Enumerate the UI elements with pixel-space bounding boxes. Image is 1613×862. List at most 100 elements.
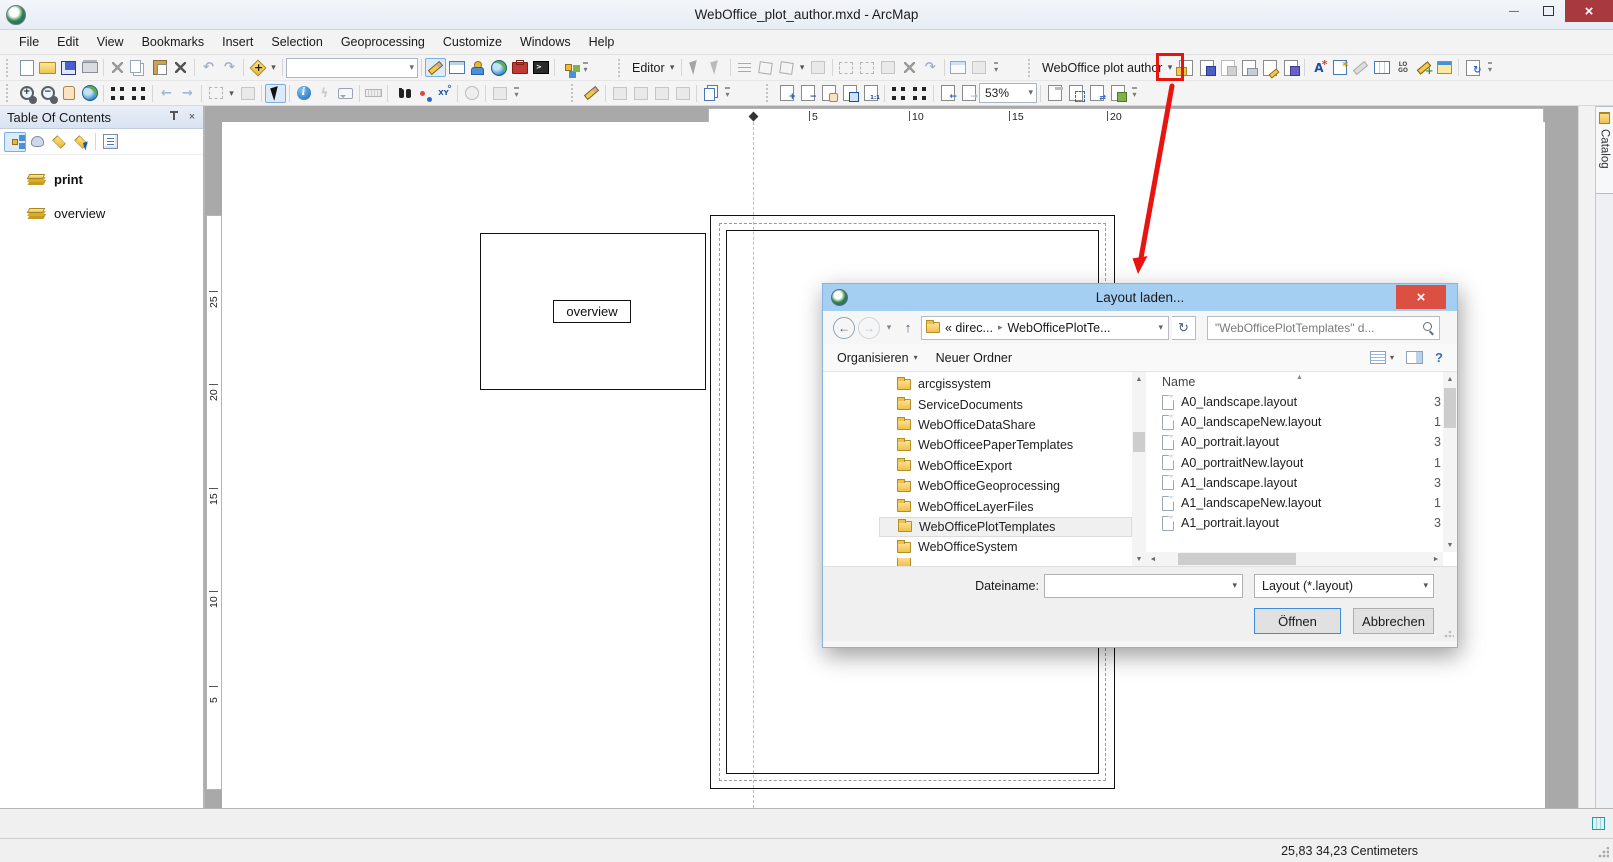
file-item[interactable]: A0_portraitNew.layout1 [1146,453,1457,473]
select-features-caret[interactable] [226,84,237,103]
create-viewer-window-icon[interactable] [489,84,510,103]
menu-edit[interactable]: Edit [48,32,88,52]
sketch-trace-icon[interactable] [651,84,672,103]
scroll-thumb[interactable] [1178,553,1296,565]
toc-close-icon[interactable]: × [185,110,199,124]
back-extent-icon[interactable] [156,84,177,103]
hyperlink-icon[interactable] [314,84,335,103]
search-box[interactable]: "WebOfficePlotTemplates" d... [1207,316,1440,340]
breadcrumb-current[interactable]: WebOfficePlotTe... [1007,321,1110,335]
find-route-icon[interactable] [412,84,433,103]
clear-selection-icon[interactable] [237,84,258,103]
table-of-contents-icon[interactable] [446,58,467,77]
scroll-down-icon[interactable]: ▼ [1447,538,1454,552]
folder-item[interactable]: WebOfficeSystem [879,537,1132,557]
layout-back-extent-icon[interactable] [937,84,958,103]
find-icon[interactable] [391,84,412,103]
new-document-icon[interactable] [16,58,37,77]
zoom-in-icon[interactable] [16,84,37,103]
view-mode-control[interactable]: ▾ [1370,351,1396,364]
list-by-drawing-order-icon[interactable] [4,132,26,152]
open-document-icon[interactable] [37,58,58,77]
go-to-xy-icon[interactable] [433,84,454,103]
folder-item[interactable]: WebOfficeLayerFiles [879,496,1132,516]
toolbar-overflow[interactable] [579,58,592,77]
save-icon[interactable] [58,58,79,77]
toolbar-grip[interactable] [6,59,12,77]
layer-label[interactable]: print [54,172,83,187]
layout-zoom-out-icon[interactable] [797,84,818,103]
layout-fixed-zoom-in-icon[interactable] [888,84,909,103]
fixed-zoom-out-icon[interactable] [128,84,149,103]
sketch-properties-icon[interactable] [969,58,990,77]
editor-dropdown-caret[interactable] [667,58,678,77]
toolbar-grip[interactable] [766,84,772,102]
edit-vertices-icon[interactable] [581,84,602,103]
organize-menu[interactable]: Organisieren [837,351,909,365]
measure-icon[interactable] [363,84,384,103]
menu-windows[interactable]: Windows [511,32,580,52]
folder-item[interactable]: arcgissystem [879,374,1132,394]
file-item[interactable]: A0_landscape.layout3 [1146,392,1457,412]
scroll-down-icon[interactable]: ▼ [1136,552,1143,566]
rotate-tool-icon[interactable] [920,58,941,77]
address-breadcrumb[interactable]: « direc... ▸ WebOfficePlotTe... ▾ [921,316,1169,340]
menu-view[interactable]: View [88,32,133,52]
editor-menu[interactable]: Editor [628,61,667,75]
model-builder-icon[interactable] [558,58,579,77]
view-mode-caret[interactable]: ▾ [1388,353,1396,362]
move-tool-icon[interactable] [878,58,899,77]
scroll-thumb[interactable] [1133,432,1145,452]
layer-label[interactable]: overview [54,206,105,221]
menu-customize[interactable]: Customize [434,32,511,52]
toolbar-grip[interactable] [571,84,577,102]
select-features-icon[interactable] [205,84,226,103]
toolbar-overflow[interactable] [721,84,734,103]
tree-scrollbar[interactable]: ▲ ▼ [1132,372,1146,566]
file-item[interactable]: A1_portrait.layout3 [1146,513,1457,533]
toolbar-grip[interactable] [6,84,12,102]
toolbar-grip[interactable] [1028,59,1034,77]
list-by-selection-icon[interactable] [70,132,92,152]
toolbar-grip[interactable] [618,59,624,77]
create-arc-icon[interactable] [755,58,776,77]
address-dropdown-caret[interactable]: ▾ [1153,322,1168,333]
folder-item-selected[interactable]: WebOfficePlotTemplates [879,517,1132,537]
layer-item-print[interactable]: print [0,169,203,189]
print-icon[interactable] [79,58,100,77]
nav-up-icon[interactable]: ↑ [898,320,918,335]
catalog-tab[interactable]: Catalog [1596,106,1613,194]
refresh-icon[interactable]: ↻ [1172,316,1196,340]
layout-zoom-in-icon[interactable] [776,84,797,103]
menu-geoprocessing[interactable]: Geoprocessing [332,32,434,52]
layout-pan-icon[interactable] [818,84,839,103]
attributes-icon[interactable] [948,58,969,77]
file-item[interactable]: A0_landscapeNew.layout1 [1146,412,1457,432]
identify-icon[interactable] [293,84,314,103]
delete-icon[interactable] [170,58,191,77]
folder-item-clipped[interactable] [879,558,1132,566]
search-icon[interactable] [1422,321,1435,334]
maximize-button[interactable] [1531,0,1565,22]
edit-template-icon[interactable] [1350,58,1371,77]
toggle-draft-mode-icon[interactable] [1044,84,1065,103]
save-layout-as-icon[interactable] [1217,58,1238,77]
full-extent-icon[interactable] [79,84,100,103]
refresh-layout-icon[interactable] [1462,58,1483,77]
create-polygon-icon[interactable] [776,58,797,77]
copy-icon[interactable] [128,58,149,77]
menu-help[interactable]: Help [580,32,624,52]
ruler-guide-marker[interactable] [749,112,759,122]
overview-label-box[interactable]: overview [553,300,631,323]
scroll-thumb[interactable] [1444,388,1456,428]
pages-icon[interactable] [700,84,721,103]
file-item[interactable]: A0_portrait.layout3 [1146,432,1457,452]
minimize-button[interactable] [1497,0,1531,22]
zoom-whole-page-icon[interactable] [839,84,860,103]
file-item[interactable]: A1_landscape.layout3 [1146,473,1457,493]
menu-bookmarks[interactable]: Bookmarks [133,32,214,52]
search-window-icon[interactable] [488,58,509,77]
list-by-source-icon[interactable] [26,132,48,152]
folder-item[interactable]: WebOfficeExport [879,456,1132,476]
new-folder-button[interactable]: Neuer Ordner [936,351,1012,365]
